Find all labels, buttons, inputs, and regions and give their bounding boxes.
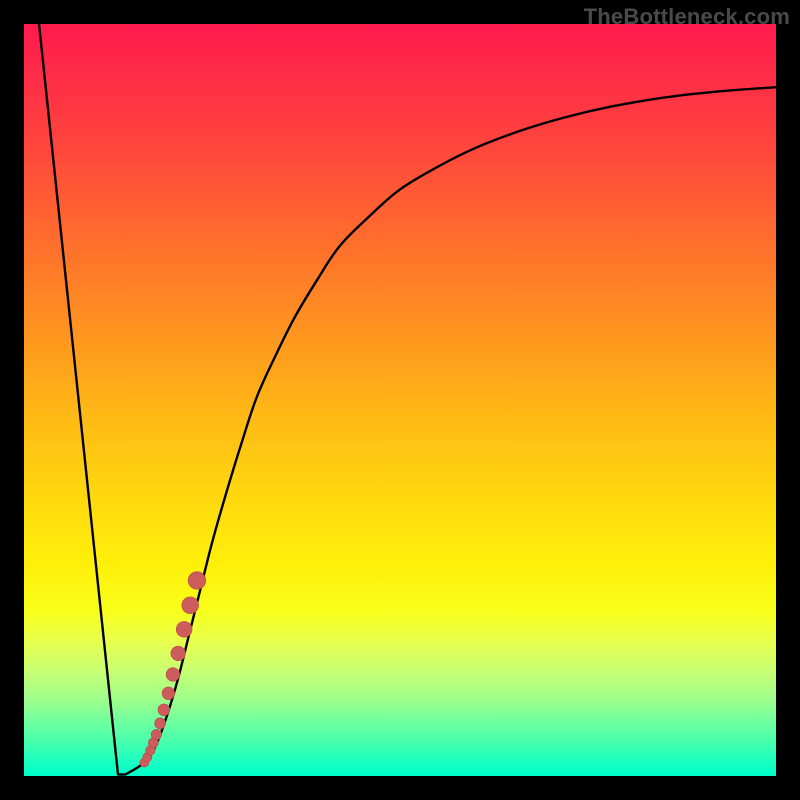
- highlight-marker: [176, 621, 192, 637]
- highlight-marker: [162, 687, 175, 700]
- plot-area: [24, 24, 776, 776]
- highlight-markers: [140, 572, 206, 767]
- bottleneck-curve-path: [39, 24, 776, 774]
- highlight-marker: [151, 729, 161, 739]
- bottleneck-curve: [39, 24, 776, 774]
- highlight-marker: [155, 718, 166, 729]
- highlight-marker: [171, 646, 186, 661]
- watermark-text: TheBottleneck.com: [584, 4, 790, 30]
- highlight-marker: [158, 704, 170, 716]
- highlight-marker: [166, 668, 180, 682]
- chart-svg: [24, 24, 776, 776]
- chart-frame: TheBottleneck.com: [0, 0, 800, 800]
- highlight-marker: [188, 572, 206, 590]
- highlight-marker: [182, 597, 199, 614]
